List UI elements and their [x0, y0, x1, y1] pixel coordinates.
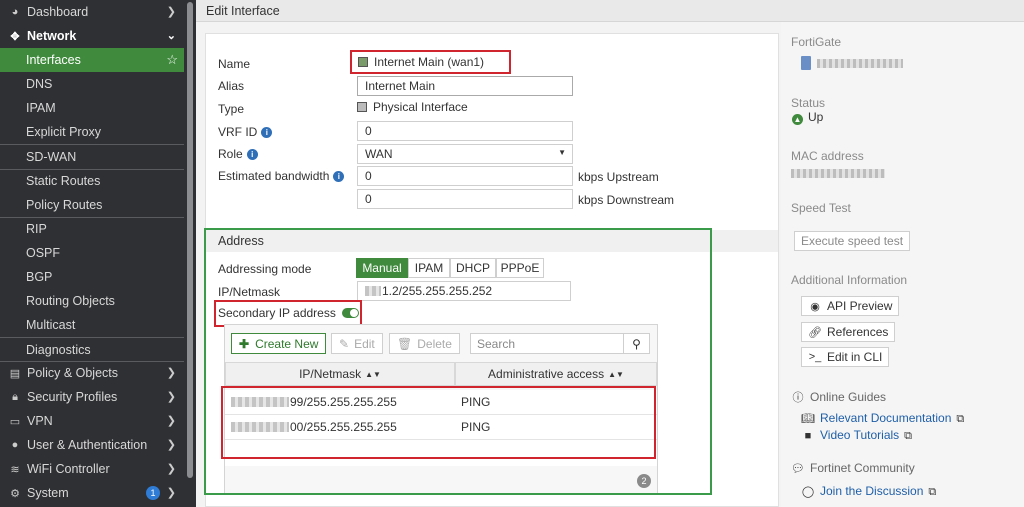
online-guides-heading: ⓘ Online Guides	[792, 390, 887, 404]
video-camera-icon: ■	[804, 430, 812, 442]
mac-value	[791, 166, 885, 180]
upstream-input[interactable]: 0	[357, 166, 573, 186]
chevron-right-icon: ❯	[166, 6, 176, 18]
info-icon[interactable]: i	[261, 127, 273, 139]
nav-network[interactable]: ✥ Network ⌄	[0, 24, 184, 48]
favorite-star-icon[interactable]: ☆	[166, 52, 178, 68]
nav-bgp[interactable]: BGP	[0, 265, 184, 289]
user-icon: ●	[11, 439, 19, 451]
nav-system[interactable]: ⚙ System 1 ❯	[0, 481, 184, 505]
type-label: Type	[218, 102, 245, 116]
status-label: Status	[791, 96, 826, 110]
role-label: Role i	[218, 147, 258, 161]
additional-info-label: Additional Information	[791, 273, 908, 287]
nav-user-auth[interactable]: ● User & Authentication ❯	[0, 433, 184, 457]
page-title: Edit Interface	[206, 4, 280, 18]
role-select[interactable]: WAN ▼	[357, 144, 573, 164]
chevron-right-icon: ❯	[166, 367, 176, 379]
nav-dns[interactable]: DNS	[0, 72, 184, 96]
api-preview-button[interactable]: ◉ API Preview	[801, 296, 900, 316]
references-button[interactable]: 🔗︎ References	[801, 322, 896, 342]
nav-vpn[interactable]: ▭ VPN ❯	[0, 409, 184, 433]
chevron-right-icon: ❯	[166, 439, 176, 451]
external-link-icon: ⧉	[956, 413, 965, 425]
nav-interfaces[interactable]: Interfaces ☆	[0, 48, 184, 72]
nav-policy-objects[interactable]: ▤ Policy & Objects ❯	[0, 361, 184, 385]
device-icon	[801, 56, 811, 70]
downstream-input[interactable]: 0	[357, 189, 573, 209]
alias-input[interactable]	[357, 76, 573, 96]
edit-in-cli-button[interactable]: >_ Edit in CLI	[801, 347, 890, 367]
name-label: Name	[218, 57, 251, 71]
chevron-down-icon: ⌄	[166, 30, 176, 42]
physical-interface-icon	[357, 102, 367, 112]
lock-icon: 🔒︎	[12, 390, 18, 403]
sidebar: ◕ Dashboard ❯ ✥ Network ⌄ Interfaces ☆ D…	[0, 0, 196, 507]
chevron-right-icon: ❯	[166, 415, 176, 427]
relevant-documentation-link[interactable]: 📖︎ Relevant Documentation ⧉	[801, 411, 964, 426]
bandwidth-label: Estimated bandwidth i	[218, 169, 345, 183]
comments-icon: 💬︎	[791, 463, 805, 475]
vrf-label: VRF ID i	[218, 125, 273, 139]
redacted-mac	[791, 169, 885, 178]
chevron-right-icon: ❯	[166, 391, 176, 403]
nav-wifi-controller[interactable]: ≋ WiFi Controller ❯	[0, 457, 184, 481]
join-discussion-link[interactable]: ◯ Join the Discussion ⧉	[801, 484, 936, 499]
mac-label: MAC address	[791, 149, 864, 163]
video-tutorials-link[interactable]: ■ Video Tutorials ⧉	[801, 428, 912, 443]
fortigate-label: FortiGate	[791, 35, 842, 49]
execute-speed-test-button[interactable]: Execute speed test	[794, 231, 911, 251]
highlight-name	[350, 50, 511, 74]
nav-ipam[interactable]: IPAM	[0, 96, 184, 120]
speed-test-label: Speed Test	[791, 201, 851, 215]
network-icon: ✥	[10, 30, 20, 43]
wifi-icon: ≋	[10, 463, 20, 476]
redacted-serial	[817, 59, 903, 68]
status-value: ▲ Up	[792, 110, 824, 125]
dashboard-icon: ◕	[11, 6, 19, 18]
eye-icon: ◉	[810, 300, 820, 313]
page-header: Edit Interface	[196, 0, 1024, 22]
nav-static-routes[interactable]: Static Routes	[0, 169, 184, 193]
document-icon: ▤	[9, 367, 21, 380]
chevron-right-icon: ❯	[166, 463, 176, 475]
nav-policy-routes[interactable]: Policy Routes	[0, 193, 184, 217]
monitor-icon: ▭	[9, 415, 21, 428]
community-heading: 💬︎ Fortinet Community	[791, 461, 915, 475]
link-icon: 🔗︎	[808, 326, 822, 339]
nav-rip[interactable]: RIP	[0, 217, 184, 241]
sidebar-scroll-thumb[interactable]	[187, 2, 193, 478]
fortigate-device	[801, 56, 903, 70]
external-link-icon: ⧉	[928, 486, 937, 498]
nav-multicast[interactable]: Multicast	[0, 313, 184, 337]
info-icon[interactable]: i	[246, 149, 258, 161]
caret-down-icon: ▼	[558, 148, 566, 157]
book-icon: 📖︎	[801, 413, 815, 425]
nav-diagnostics[interactable]: Diagnostics	[0, 338, 184, 362]
nav-sdwan[interactable]: SD-WAN	[0, 145, 184, 169]
up-arrow-icon: ▲	[792, 114, 803, 125]
vrf-input[interactable]: 0	[357, 121, 573, 141]
chevron-right-icon: ❯	[166, 487, 176, 499]
nav-security-profiles[interactable]: 🔒︎ Security Profiles ❯	[0, 385, 184, 409]
upstream-unit: kbps Upstream	[578, 170, 659, 184]
info-icon[interactable]: i	[333, 171, 345, 183]
terminal-icon: >_	[808, 351, 822, 363]
type-value: Physical Interface	[357, 100, 468, 114]
question-circle-icon: ⓘ	[792, 392, 804, 404]
notification-badge: 1	[146, 486, 160, 500]
chat-bubble-icon: ◯	[801, 486, 815, 498]
nav-dashboard[interactable]: ◕ Dashboard ❯	[0, 0, 184, 24]
highlight-address-section	[204, 228, 712, 495]
nav-explicit-proxy[interactable]: Explicit Proxy	[0, 120, 184, 144]
gear-icon: ⚙	[10, 487, 20, 500]
downstream-unit: kbps Downstream	[578, 193, 675, 207]
external-link-icon: ⧉	[904, 430, 913, 442]
nav-ospf[interactable]: OSPF	[0, 241, 184, 265]
alias-label: Alias	[218, 79, 245, 93]
nav-routing-objects[interactable]: Routing Objects	[0, 289, 184, 313]
